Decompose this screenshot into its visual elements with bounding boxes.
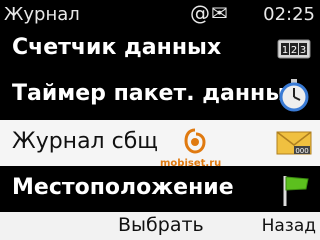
stopwatch-icon	[279, 79, 309, 112]
counter-123-icon: 1 2 3	[277, 39, 311, 59]
svg-text:1: 1	[282, 45, 288, 56]
menu-item-location[interactable]: Местоположение	[0, 166, 320, 212]
menu-item-packet-timer[interactable]: Таймер пакет. данных	[0, 72, 320, 118]
menu-item-label: Журнал сбщ	[12, 129, 158, 154]
softkey-bar: Выбрать Назад	[0, 212, 320, 240]
svg-text:2: 2	[291, 45, 297, 56]
status-bar: Журнал @✉ 02:25	[0, 0, 320, 28]
message-status-icons: @✉	[190, 1, 229, 25]
watermark-logo-icon	[184, 128, 206, 154]
back-softkey[interactable]: Назад	[262, 216, 316, 236]
flag-icon	[283, 176, 309, 206]
menu-item-data-counter[interactable]: Счетчик данных 1 2 3	[0, 26, 320, 72]
screen-title: Журнал	[4, 4, 80, 25]
select-softkey[interactable]: Выбрать	[118, 214, 204, 236]
menu-item-label: Местоположение	[12, 175, 234, 200]
clock-time: 02:25	[263, 4, 315, 25]
envelope-icon: 000	[276, 131, 312, 155]
svg-text:3: 3	[300, 45, 306, 56]
menu-item-label: Таймер пакет. данных	[12, 81, 300, 106]
svg-text:000: 000	[295, 147, 308, 155]
menu-item-label: Счетчик данных	[12, 35, 222, 60]
